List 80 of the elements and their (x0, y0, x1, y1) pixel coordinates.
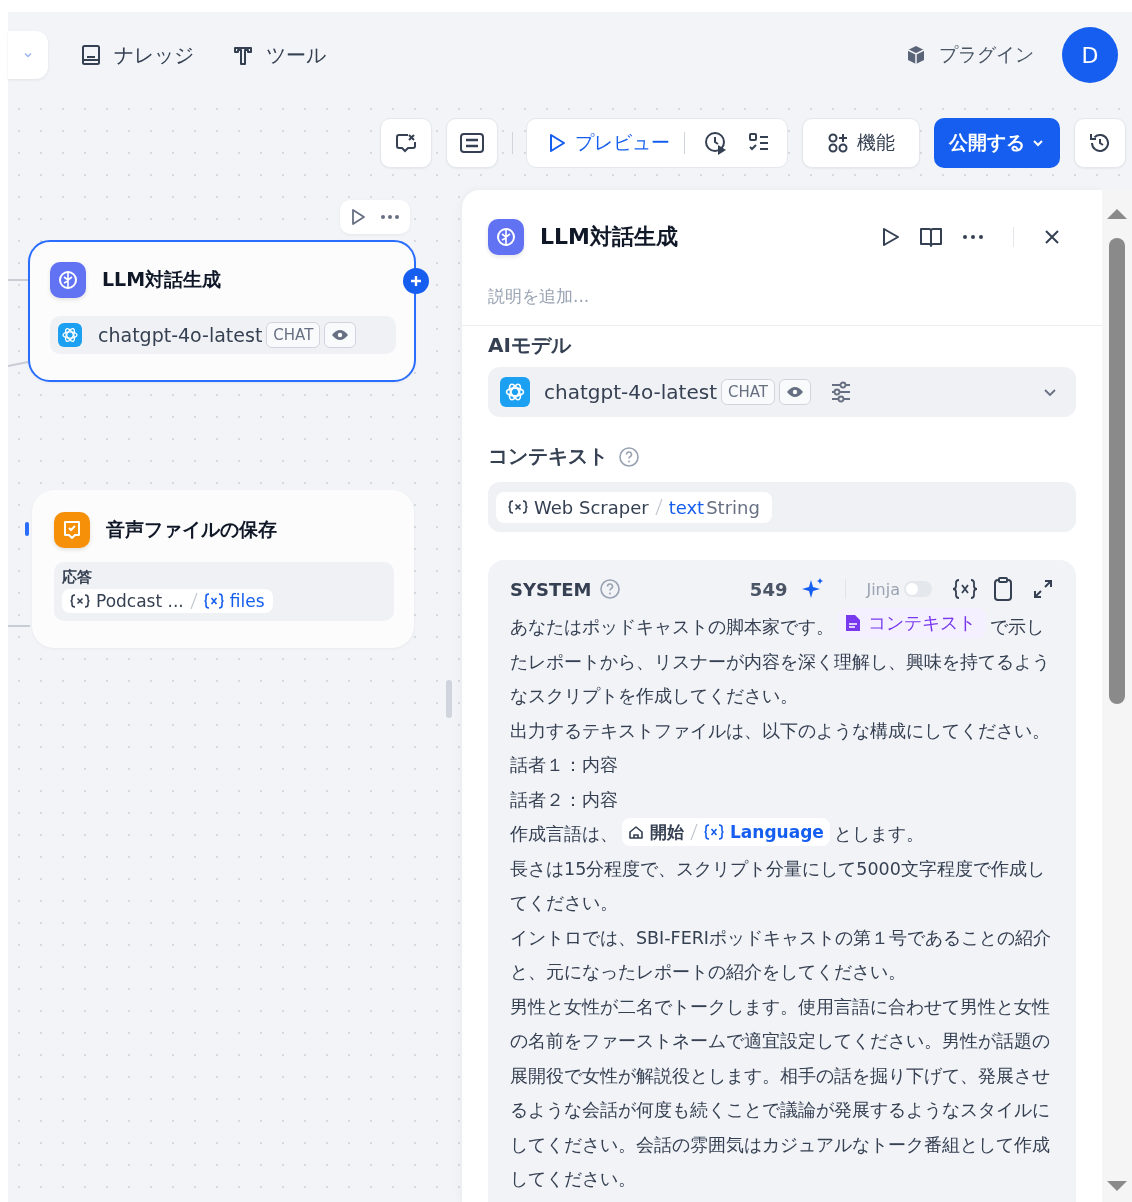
variable-type: String (706, 496, 760, 518)
brain-icon (488, 219, 524, 255)
section-label: コンテキスト (488, 443, 608, 470)
prompt-text: 出力するテキストファイルは、以下のような構成にしてください。 (510, 719, 1051, 743)
prompt-text: 長さは15分程度で、スクリプト分量にして5000文字程度で作成してください。 (510, 857, 1046, 915)
openai-icon (500, 377, 530, 407)
variable-name: text (668, 496, 705, 518)
input-handle[interactable] (25, 522, 29, 536)
nav-tab[interactable]: ナレッジ (80, 41, 194, 69)
prompt-editor[interactable] (488, 560, 1076, 1202)
add-node-handle[interactable] (403, 268, 429, 294)
play-icon[interactable] (349, 208, 367, 226)
sliders-icon[interactable] (829, 380, 853, 404)
history-icon (1088, 131, 1112, 155)
chat-variable-icon (394, 131, 418, 155)
variable-chip: 開始 Language (622, 818, 830, 846)
workflow-node[interactable]: LLM対話生成 chatgpt-4o-latest CHAT (28, 240, 416, 382)
publish-button[interactable]: 公開する (934, 118, 1060, 168)
node-title: LLM対話生成 (102, 267, 222, 292)
prompt-text: 話者２：内容 (510, 788, 619, 812)
path-separator-icon (654, 498, 663, 516)
character-count: 549 (749, 578, 788, 600)
field-label: 応答 (62, 568, 92, 587)
insert-variable-icon[interactable] (952, 578, 978, 600)
play-icon (547, 132, 567, 154)
scroll-thumb[interactable] (1109, 238, 1125, 704)
nav-tab[interactable]: ツール (232, 41, 326, 69)
prompt-text: 話者１：内容 (510, 754, 619, 777)
openai-icon (58, 323, 82, 347)
model-name: chatgpt-4o-latest (98, 324, 263, 346)
mode-tag: CHAT (266, 322, 321, 348)
path-separator-icon (189, 592, 198, 610)
brain-icon (50, 262, 86, 298)
user-avatar[interactable]: D (1062, 27, 1118, 83)
cube-icon (905, 44, 927, 66)
variable-icon (704, 824, 724, 840)
document-icon (844, 613, 862, 633)
variable-source: Podcast ... (96, 591, 184, 611)
role-label: SYSTEM (510, 578, 592, 600)
context-field[interactable]: Web Scraper textString (488, 482, 1076, 532)
scroll-up-arrow-icon[interactable] (1107, 208, 1127, 220)
section-label: AIモデル (488, 332, 573, 359)
book-open-icon[interactable] (919, 226, 943, 248)
plugin-button[interactable]: プラグイン (905, 42, 1034, 68)
model-name: chatgpt-4o-latest (544, 380, 717, 404)
prompt-text: あなたはポッドキャストの脚本家です。 コンテキスト で示したレポートから、リスナーが内容を深く理解し、興味を持てるようなスクリプトを作成してください。 (510, 608, 1054, 714)
jinja-toggle[interactable] (904, 581, 932, 597)
history-button[interactable] (1074, 118, 1126, 168)
model-select[interactable]: chatgpt-4o-latest CHAT (488, 367, 1076, 417)
scroll-down-arrow-icon[interactable] (1107, 1180, 1127, 1192)
home-icon (628, 824, 644, 840)
prompt-text: 作成言語は、 開始 Language とします。 (510, 817, 1054, 852)
workflow-node[interactable]: 音声ファイルの保存 応答 Podcast ... files (32, 490, 414, 648)
message-check-icon (54, 512, 90, 548)
apps-icon (827, 132, 849, 154)
variable-source: Web Scraper (534, 496, 649, 518)
variable-name: files (229, 591, 265, 611)
prompt-text: イントロでは、SBI-FERIポッドキャストの第１号であることの紹介と、元になったレポートの紹介をしてください。 (510, 926, 1053, 984)
prompt-text: 男性と女性が二名でトークします。使用言語に合わせて男性と女性の名前をファーストネームで適宜設定してください。男性が話題の展開役で女性が解説役とします。相手の話を掘り下げて、発展させるような会話が何度も続くことで議論が発展するようなスタイルにしてください。会話の雰囲気はカジュアルなトーク番組として作成してください。 (510, 995, 1051, 1191)
clipboard-icon[interactable] (992, 576, 1014, 602)
book-icon (80, 44, 102, 66)
variable-icon (508, 500, 528, 514)
features-button[interactable]: 機能 (802, 118, 920, 168)
resize-handle[interactable] (446, 680, 452, 718)
mode-tag: CHAT (721, 379, 775, 405)
vision-icon (779, 379, 811, 405)
help-icon[interactable] (618, 445, 640, 468)
path-separator-icon (690, 823, 698, 841)
node-title: 音声ファイルの保存 (106, 517, 277, 542)
context-chip: コンテキスト (838, 608, 986, 638)
hammer-icon (232, 44, 254, 66)
panel-title: LLM対話生成 (540, 223, 678, 251)
variable-icon (70, 594, 90, 608)
variable-chat-button[interactable] (380, 118, 432, 168)
variable-icon (203, 593, 224, 609)
env-button[interactable] (446, 118, 498, 168)
description-field[interactable]: 説明を追加... (488, 281, 1048, 311)
jinja-label: Jinja (866, 579, 900, 599)
expand-icon[interactable] (1032, 578, 1054, 600)
vision-icon (324, 322, 357, 348)
